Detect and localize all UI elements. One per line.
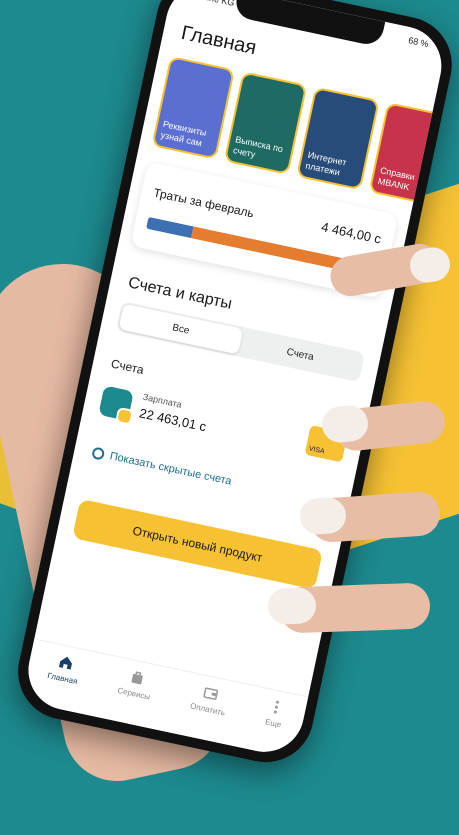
story-label: Справки MBANK [377, 165, 416, 192]
carrier-label: Beeline KG [188, 0, 236, 12]
phone-screen: Beeline KG 68 % Главная Реквизиты узнай … [21, 0, 449, 760]
more-icon [274, 700, 280, 714]
bottom-tabbar: Главная Сервисы Оплатить Еще [21, 638, 309, 760]
story-card[interactable]: Справки MBANK [368, 102, 449, 206]
show-hidden-label: Показать скрытые счета [108, 450, 233, 488]
accounts-segmented-control: Все Счета [116, 301, 365, 383]
tab-label: Еще [264, 717, 283, 730]
open-new-product-button[interactable]: Открыть новый продукт [72, 498, 323, 590]
show-hidden-accounts-link[interactable]: Показать скрытые счета [91, 446, 233, 488]
story-label: Выписка по счету [232, 134, 284, 160]
wallet-icon [203, 687, 219, 700]
story-label: Интернет платежи [304, 150, 348, 178]
tab-home[interactable]: Главная [41, 651, 82, 711]
spending-label: Траты за февраль [152, 185, 256, 221]
home-icon [58, 656, 72, 670]
page-title: Главная [179, 21, 259, 60]
fingernail [267, 587, 317, 625]
account-icon [98, 385, 134, 421]
story-label: Реквизиты узнай сам [159, 119, 208, 148]
battery-label: 68 % [407, 35, 430, 50]
tab-services[interactable]: Сервисы [111, 666, 155, 727]
tab-label: Сервисы [116, 685, 151, 702]
account-balance: 22 463,01 с [138, 405, 208, 435]
tab-label: Оплатить [189, 701, 226, 718]
spending-segment [146, 216, 194, 239]
spending-amount: 4 464,00 с [320, 219, 383, 247]
story-card[interactable]: Интернет платежи [296, 86, 380, 191]
story-card[interactable]: Выписка по счету [223, 71, 308, 175]
tab-more[interactable]: Еще [259, 698, 286, 755]
tab-label: Главная [46, 670, 79, 687]
story-card[interactable]: Реквизиты узнай сам [151, 55, 236, 160]
bag-icon [131, 671, 143, 685]
accounts-group-label: Счета [109, 356, 146, 378]
tab-pay[interactable]: Оплатить [184, 682, 230, 743]
tab-accounts[interactable]: Счета [238, 329, 363, 380]
phone-body: Beeline KG 68 % Главная Реквизиты узнай … [9, 0, 459, 772]
eye-icon [91, 446, 106, 461]
